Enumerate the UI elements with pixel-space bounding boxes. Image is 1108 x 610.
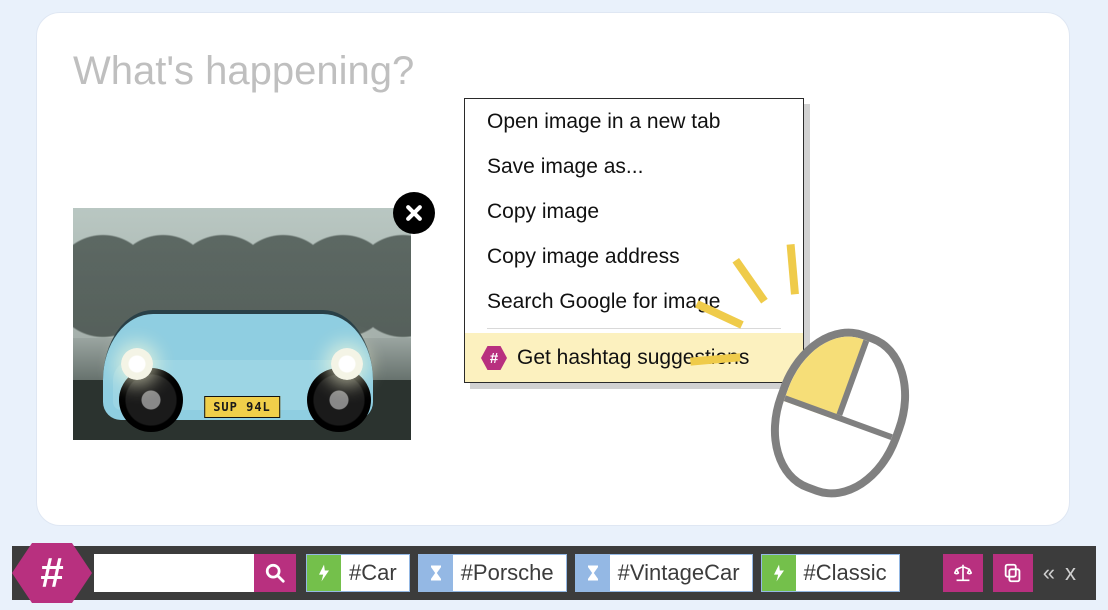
bolt-icon <box>307 555 341 591</box>
search-button[interactable] <box>254 554 296 592</box>
compare-button[interactable] <box>943 554 983 592</box>
ctx-copy-image[interactable]: Copy image <box>465 189 803 234</box>
attached-image-wrap: SUP 94L <box>73 208 411 440</box>
ctx-get-hashtags-label: Get hashtag suggestions <box>517 346 749 370</box>
hash-icon: # <box>481 346 507 370</box>
tag-label: #Porsche <box>461 560 554 586</box>
ctx-copy-image-address[interactable]: Copy image address <box>465 234 803 279</box>
ctx-search-google[interactable]: Search Google for image <box>465 279 803 324</box>
scales-icon <box>952 562 974 584</box>
collapse-button[interactable]: « <box>1043 560 1049 586</box>
compose-placeholder[interactable]: What's happening? <box>73 49 1033 94</box>
ctx-save-image-as[interactable]: Save image as... <box>465 144 803 189</box>
search-icon <box>264 562 286 584</box>
compose-card: What's happening? SUP 94L Open image in … <box>36 12 1070 526</box>
copy-icon <box>1002 562 1024 584</box>
context-menu: Open image in a new tab Save image as...… <box>464 98 804 383</box>
attached-image[interactable]: SUP 94L <box>73 208 411 440</box>
close-toolbar-button[interactable]: x <box>1059 560 1082 586</box>
toolbar-right: « x <box>943 554 1082 592</box>
license-plate: SUP 94L <box>204 396 280 418</box>
hourglass-icon <box>576 555 610 591</box>
hourglass-icon <box>419 555 453 591</box>
search-wrap <box>94 554 296 592</box>
tag-vintagecar[interactable]: #VintageCar <box>575 554 753 592</box>
hashtag-toolbar: # #Car #Porsche #VintageCar <box>12 546 1096 600</box>
remove-image-button[interactable] <box>393 192 435 234</box>
tag-label: #VintageCar <box>618 560 740 586</box>
tag-car[interactable]: #Car <box>306 554 410 592</box>
tag-classic[interactable]: #Classic <box>761 554 900 592</box>
tag-porsche[interactable]: #Porsche <box>418 554 567 592</box>
close-icon <box>404 203 424 223</box>
brand-hash-icon[interactable]: # <box>12 543 92 603</box>
ctx-get-hashtags[interactable]: # Get hashtag suggestions <box>465 333 803 382</box>
tag-row: #Car #Porsche #VintageCar #Classic <box>306 554 900 592</box>
ctx-divider <box>487 328 781 329</box>
ctx-open-new-tab[interactable]: Open image in a new tab <box>465 99 803 144</box>
tag-label: #Classic <box>804 560 887 586</box>
copy-button[interactable] <box>993 554 1033 592</box>
tag-label: #Car <box>349 560 397 586</box>
bolt-icon <box>762 555 796 591</box>
search-input[interactable] <box>94 554 254 592</box>
